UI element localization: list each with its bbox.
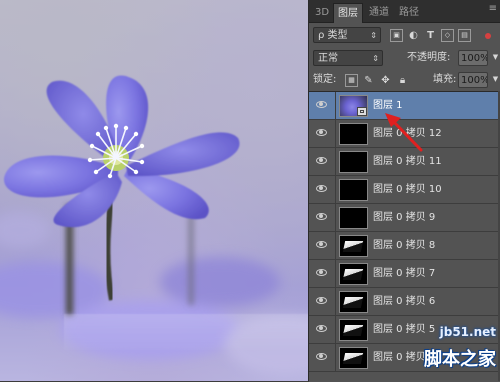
layers-panel: 3D 图层 通道 路径 ≡ ρ 类型 ⇕ ▣ ◐ T ◇ ▤ 正常 ⇕ 不透明度… [308, 0, 500, 382]
watermark-name: 脚本之家 [424, 349, 496, 370]
document-canvas[interactable] [0, 0, 308, 381]
blurred-overlay-text [64, 314, 308, 350]
watermark-url: jb51.net [439, 325, 496, 339]
site-watermark: jb51.net 脚本之家 [376, 319, 496, 377]
